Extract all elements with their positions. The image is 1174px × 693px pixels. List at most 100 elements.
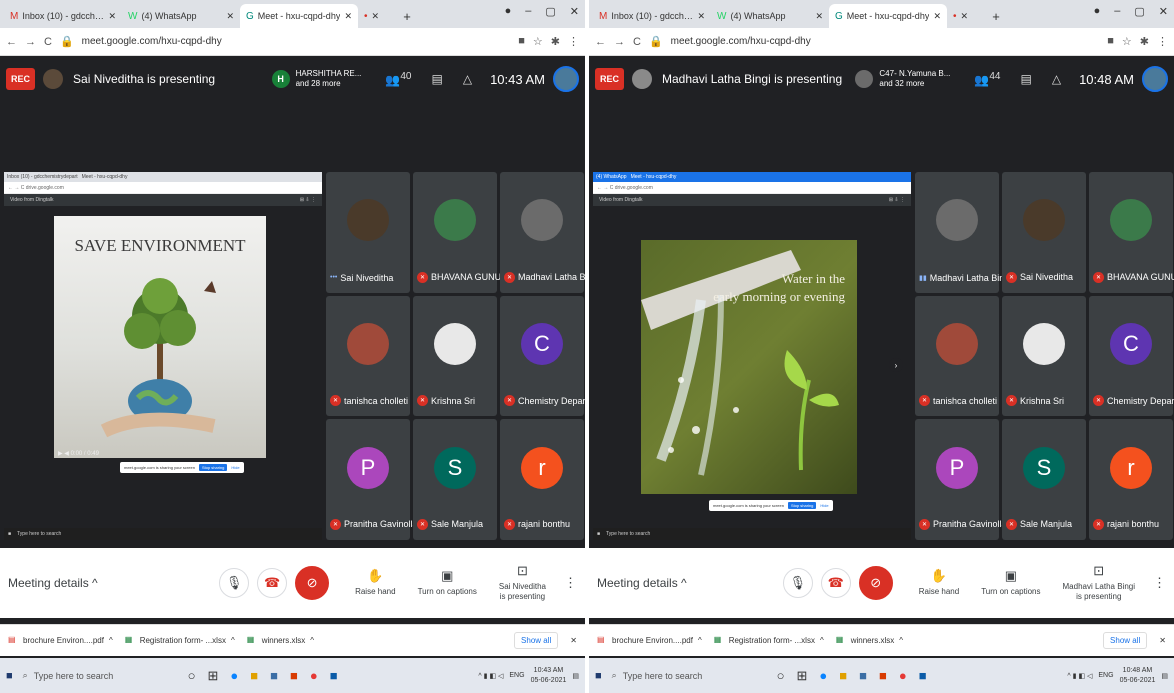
participant-tile[interactable]: ✕Madhavi Latha Bingi [500,172,585,293]
explorer-icon[interactable]: ■ [270,668,278,684]
profile-icon[interactable]: ● [1094,5,1101,18]
maximize-button[interactable]: ▢ [545,5,555,18]
meeting-details-button[interactable]: Meeting details ^ [597,576,779,590]
forward-icon[interactable]: → [614,36,625,48]
new-tab-button[interactable]: + [398,4,416,28]
close-icon[interactable]: ✕ [108,11,116,22]
url-field[interactable]: meet.google.com/hxu-cqpd-dhy [671,36,1100,47]
chevron-up-icon[interactable]: ^ [231,636,235,645]
forward-icon[interactable]: → [25,36,36,48]
stop-sharing-button[interactable]: Stop sharing [787,502,817,509]
mic-button[interactable]: 🎙 [782,568,813,598]
task-view-icon[interactable]: ○ [188,668,196,684]
meeting-details-button[interactable]: Meeting details ^ [8,576,215,590]
download-item[interactable]: ▤ brochure Environ....pdf ^ [8,635,113,647]
participants-chip[interactable]: H HARSHITHA RE... and 28 more [271,69,361,88]
close-icon[interactable]: ✕ [697,11,705,22]
activities-icon[interactable]: △ [463,72,472,86]
close-icon[interactable]: ✕ [226,11,234,22]
office-icon[interactable]: ■ [290,668,298,684]
star-icon[interactable]: ☆ [533,35,543,48]
captions-button[interactable]: ▣ Turn on captions [981,568,1040,597]
chrome-icon[interactable]: ● [310,668,318,684]
download-item[interactable]: ▦ Registration form- ...xlsx ^ [714,635,824,647]
maximize-button[interactable]: ▢ [1134,5,1144,18]
close-icon[interactable]: ✕ [570,636,577,645]
tab-meet[interactable]: G Meet - hxu-cqpd-dhy ✕ [829,4,947,28]
close-window-button[interactable]: ✕ [570,5,579,18]
presenting-button[interactable]: ⊡ Madhavi Latha Bingi is presenting [1063,563,1136,603]
camera-off-button[interactable]: ⊘ [858,566,893,600]
close-icon[interactable]: ✕ [815,11,823,22]
captions-button[interactable]: ▣ Turn on captions [418,568,477,597]
camera-icon[interactable]: ■ [518,35,525,48]
download-item[interactable]: ▦ winners.xlsx ^ [836,635,903,647]
participant-tile[interactable]: ▮▮ Madhavi Latha Bingi [915,172,1011,293]
new-tab-button[interactable]: + [987,4,1005,28]
url-field[interactable]: meet.google.com/hxu-cqpd-dhy [82,36,511,47]
windows-start-icon[interactable]: ■ [595,670,602,682]
raise-hand-button[interactable]: ✋ Raise hand [919,568,959,597]
hide-button[interactable]: Hide [820,503,828,508]
presenting-button[interactable]: ⊡ Sai Niveditha is presenting [499,563,546,603]
camera-off-button[interactable]: ⊘ [295,566,330,600]
tab-gmail[interactable]: MInbox (10) - gdcchemistrydepart ✕ [4,4,122,28]
store-icon[interactable]: ■ [839,668,847,684]
participants-chip[interactable]: C47- N.Yamuna B... and 32 more [855,69,950,88]
tab-recording[interactable]: • ✕ [358,4,398,28]
task-view-icon[interactable]: ○ [777,668,785,684]
app-icon[interactable]: ■ [919,668,927,684]
self-avatar[interactable] [553,66,579,92]
chevron-up-icon[interactable]: ^ [310,636,314,645]
minimize-button[interactable]: – [1114,5,1120,18]
office-icon[interactable]: ■ [879,668,887,684]
tab-meet[interactable]: G Meet - hxu-cqpd-dhy ✕ [240,4,358,28]
extension-icon[interactable]: ✱ [551,35,560,48]
notification-icon[interactable]: ▤ [572,672,579,680]
participant-tile[interactable]: P ✕ Pranitha Gavinolla [326,419,418,540]
participant-tile[interactable]: S ✕ Sale Manjula [1002,419,1086,540]
people-icon[interactable]: 👥40 [385,71,411,87]
edge-icon[interactable]: ● [230,668,238,684]
tab-whatsapp[interactable]: W (4) WhatsApp ✕ [711,4,829,28]
taskbar-search[interactable]: ⌕ Type here to search [23,664,143,688]
reload-icon[interactable]: C [44,36,52,48]
close-window-button[interactable]: ✕ [1159,5,1168,18]
participant-tile[interactable]: S ✕ Sale Manjula [413,419,497,540]
back-icon[interactable]: ← [6,36,17,48]
download-item[interactable]: ▤ brochure Environ....pdf ^ [597,635,702,647]
chevron-up-icon[interactable]: ^ [109,636,113,645]
next-arrow-icon[interactable]: › [889,358,903,372]
show-all-button[interactable]: Show all [1103,632,1148,649]
participant-tile[interactable]: ✕BHAVANA GUNUKUNTLA [1089,172,1174,293]
chevron-up-icon[interactable]: ^ [899,636,903,645]
close-icon[interactable]: ✕ [1159,636,1166,645]
profile-icon[interactable]: ● [505,5,512,18]
reload-icon[interactable]: C [633,36,641,48]
tab-whatsapp[interactable]: W (4) WhatsApp ✕ [122,4,240,28]
tray-clock[interactable]: 10:43 AM 05-06-2021 [531,666,567,684]
app-icon[interactable]: ■ [330,668,338,684]
tab-gmail[interactable]: MInbox (10) - gdcchemistrydepart ✕ [593,4,711,28]
participant-tile[interactable]: ✕ tanishca cholleti [915,295,999,417]
close-icon[interactable]: ✕ [344,11,352,22]
people-icon[interactable]: 👥44 [974,71,1000,87]
extension-icon[interactable]: ✱ [1140,35,1149,48]
more-options-icon[interactable]: ⋮ [564,575,577,591]
chevron-up-icon[interactable]: ^ [820,636,824,645]
close-icon[interactable]: ✕ [372,11,380,22]
mic-button[interactable]: 🎙 [219,568,250,598]
chat-icon[interactable]: ▤ [431,72,442,86]
participant-tile[interactable]: r ✕ rajani bonthu [1089,419,1173,540]
participant-tile[interactable]: ✕ Krishna Sri [413,295,497,417]
taskbar-pin-icon[interactable]: ⊞ [208,668,219,684]
store-icon[interactable]: ■ [250,668,258,684]
tab-recording[interactable]: • ✕ [947,4,987,28]
self-avatar[interactable] [1142,66,1168,92]
tray-icons[interactable]: ^ ▮ ◧ ◁ [1067,672,1092,680]
stop-sharing-button[interactable]: Stop sharing [198,464,228,471]
language-indicator[interactable]: ENG [1098,672,1113,679]
participant-tile[interactable]: C ✕Chemistry Department [500,295,585,417]
participant-tile[interactable]: ••• Sai Niveditha [326,172,410,293]
video-controls[interactable]: ▶ ◀ 0:00 / 0:49 [54,450,266,460]
